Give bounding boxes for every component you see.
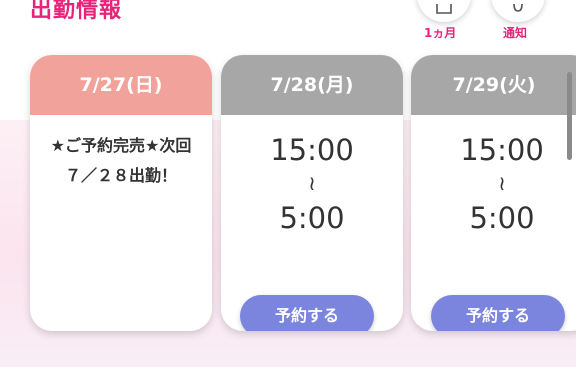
notify-button[interactable] — [491, 0, 545, 22]
schedule-date: 7/28(月) — [221, 55, 403, 115]
scrollbar[interactable] — [567, 72, 572, 160]
end-time: 5:00 — [469, 201, 535, 235]
month-view-button[interactable] — [417, 0, 471, 22]
end-time: 5:00 — [279, 201, 345, 235]
reserve-button[interactable]: 予約する — [431, 295, 565, 331]
start-time: 15:00 — [460, 133, 544, 167]
bell-icon — [513, 4, 523, 12]
schedule-card: 7/29(火) 15:00 ≀ 5:00 予約する — [411, 55, 576, 331]
month-view-label[interactable]: 1ヵ月 — [424, 24, 456, 41]
schedule-card: 7/28(月) 15:00 ≀ 5:00 予約する — [221, 55, 403, 331]
sold-out-message: ★ご予約完売★次回７／２８出勤！ — [50, 136, 192, 185]
schedule-date: 7/27(日) — [30, 55, 212, 115]
calendar-icon — [436, 4, 452, 14]
reserve-button[interactable]: 予約する — [240, 295, 374, 331]
section-title: 出勤情報 — [30, 0, 123, 23]
schedule-date: 7/29(火) — [411, 55, 576, 115]
start-time: 15:00 — [270, 133, 354, 167]
time-separator: ≀ — [308, 171, 316, 195]
schedule-card-sold-out: 7/27(日) ★ご予約完売★次回７／２８出勤！ — [30, 55, 212, 331]
notify-label[interactable]: 通知 — [503, 24, 527, 41]
schedule-card-body: 15:00 ≀ 5:00 予約する — [221, 133, 403, 331]
time-separator: ≀ — [498, 171, 506, 195]
schedule-card-body: 15:00 ≀ 5:00 予約する — [411, 133, 576, 331]
schedule-card-body: ★ご予約完売★次回７／２８出勤！ — [30, 131, 212, 191]
